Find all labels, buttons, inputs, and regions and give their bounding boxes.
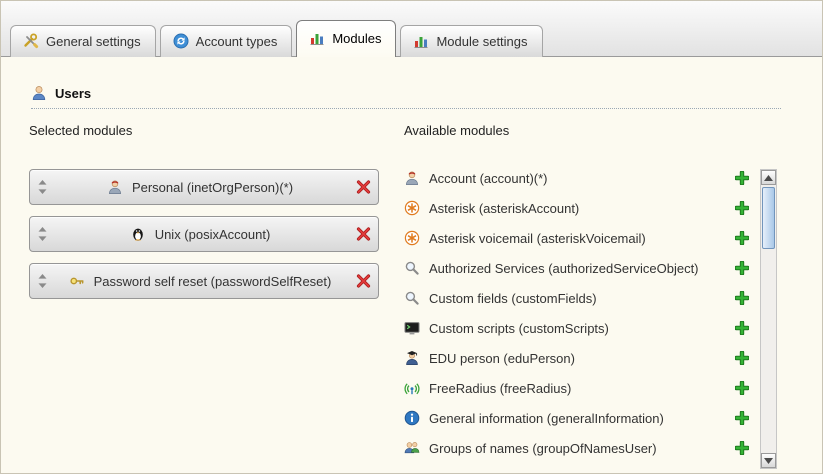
available-module-label: Authorized Services (authorizedServiceOb…	[429, 261, 699, 276]
magnifier-icon	[404, 290, 420, 306]
available-module-row: Groups of names (groupOfNamesUser)	[404, 433, 777, 463]
drag-handle-icon[interactable]	[38, 180, 47, 194]
selected-modules-heading: Selected modules	[29, 123, 379, 139]
selected-modules-list: Personal (inetOrgPerson)(*) Unix (posixAc…	[29, 169, 379, 299]
tab-label: Account types	[196, 34, 278, 49]
available-module-row: Custom fields (customFields)	[404, 283, 777, 313]
remove-module-button[interactable]	[356, 227, 371, 242]
available-modules-scrollbar[interactable]	[760, 169, 777, 469]
tab-modules[interactable]: Modules	[296, 20, 396, 57]
available-module-row: Asterisk voicemail (asteriskVoicemail)	[404, 223, 777, 253]
available-module-label: FreeRadius (freeRadius)	[429, 381, 571, 396]
selected-module-label: Personal (inetOrgPerson)(*)	[132, 180, 293, 195]
available-module-label: Groups of names (groupOfNamesUser)	[429, 441, 657, 456]
penguin-icon	[130, 226, 146, 242]
selected-module-row: Personal (inetOrgPerson)(*)	[29, 169, 379, 205]
person-icon	[107, 179, 123, 195]
available-modules-column: Available modules Account (account)(*) As…	[404, 123, 777, 463]
selected-module-label: Password self reset (passwordSelfReset)	[94, 274, 332, 289]
available-module-label: Asterisk (asteriskAccount)	[429, 201, 579, 216]
available-module-row: EDU person (eduPerson)	[404, 343, 777, 373]
selected-module-row: Password self reset (passwordSelfReset)	[29, 263, 379, 299]
person-icon	[404, 170, 420, 186]
available-modules-list: Account (account)(*) Asterisk (asteriskAc…	[404, 163, 777, 463]
tab-module-settings[interactable]: Module settings	[400, 25, 542, 57]
arrow-up-icon	[764, 175, 773, 181]
add-module-button[interactable]	[735, 291, 749, 305]
tools-icon	[23, 33, 39, 49]
section-header: Users	[31, 85, 781, 109]
edu-person-icon	[404, 350, 420, 366]
key-icon	[69, 273, 85, 289]
available-module-row: FreeRadius (freeRadius)	[404, 373, 777, 403]
drag-handle-icon[interactable]	[38, 227, 47, 241]
selected-module-row: Unix (posixAccount)	[29, 216, 379, 252]
available-module-row: Authorized Services (authorizedServiceOb…	[404, 253, 777, 283]
available-module-row: Custom scripts (customScripts)	[404, 313, 777, 343]
available-module-label: EDU person (eduPerson)	[429, 351, 575, 366]
available-module-row: Account (account)(*)	[404, 163, 777, 193]
tab-label: Module settings	[436, 34, 527, 49]
add-module-button[interactable]	[735, 441, 749, 455]
scrollbar-thumb[interactable]	[762, 187, 775, 249]
user-icon	[31, 85, 47, 101]
selected-module-label: Unix (posixAccount)	[155, 227, 271, 242]
remove-module-button[interactable]	[356, 180, 371, 195]
modules-chart-icon	[413, 33, 429, 49]
add-module-button[interactable]	[735, 411, 749, 425]
sync-icon	[173, 33, 189, 49]
remove-module-button[interactable]	[356, 274, 371, 289]
available-module-row: General information (generalInformation)	[404, 403, 777, 433]
arrow-down-icon	[764, 458, 773, 464]
scroll-up-button[interactable]	[761, 170, 776, 185]
add-module-button[interactable]	[735, 351, 749, 365]
lam-config-page: General settings Account types Modules Modu…	[0, 0, 823, 474]
asterisk-icon	[404, 200, 420, 216]
available-module-label: Custom scripts (customScripts)	[429, 321, 609, 336]
available-module-row: Asterisk (asteriskAccount)	[404, 193, 777, 223]
add-module-button[interactable]	[735, 261, 749, 275]
modules-chart-icon	[309, 30, 325, 46]
tab-label: General settings	[46, 34, 141, 49]
selected-modules-column: Selected modules Personal (inetOrgPerson…	[29, 123, 379, 310]
add-module-button[interactable]	[735, 381, 749, 395]
terminal-icon	[404, 320, 420, 336]
magnifier-icon	[404, 260, 420, 276]
tab-account-types[interactable]: Account types	[160, 25, 293, 57]
available-module-label: Asterisk voicemail (asteriskVoicemail)	[429, 231, 646, 246]
group-icon	[404, 440, 420, 456]
scroll-down-button[interactable]	[761, 453, 776, 468]
asterisk-icon	[404, 230, 420, 246]
tab-label: Modules	[332, 31, 381, 46]
add-module-button[interactable]	[735, 171, 749, 185]
add-module-button[interactable]	[735, 231, 749, 245]
radius-icon	[404, 380, 420, 396]
tab-general-settings[interactable]: General settings	[10, 25, 156, 57]
info-icon	[404, 410, 420, 426]
available-module-label: Account (account)(*)	[429, 171, 548, 186]
section-title: Users	[55, 86, 91, 101]
available-module-label: Custom fields (customFields)	[429, 291, 597, 306]
drag-handle-icon[interactable]	[38, 274, 47, 288]
tab-bar: General settings Account types Modules Modu…	[1, 1, 822, 57]
add-module-button[interactable]	[735, 321, 749, 335]
add-module-button[interactable]	[735, 201, 749, 215]
available-modules-heading: Available modules	[404, 123, 777, 139]
available-module-label: General information (generalInformation)	[429, 411, 664, 426]
